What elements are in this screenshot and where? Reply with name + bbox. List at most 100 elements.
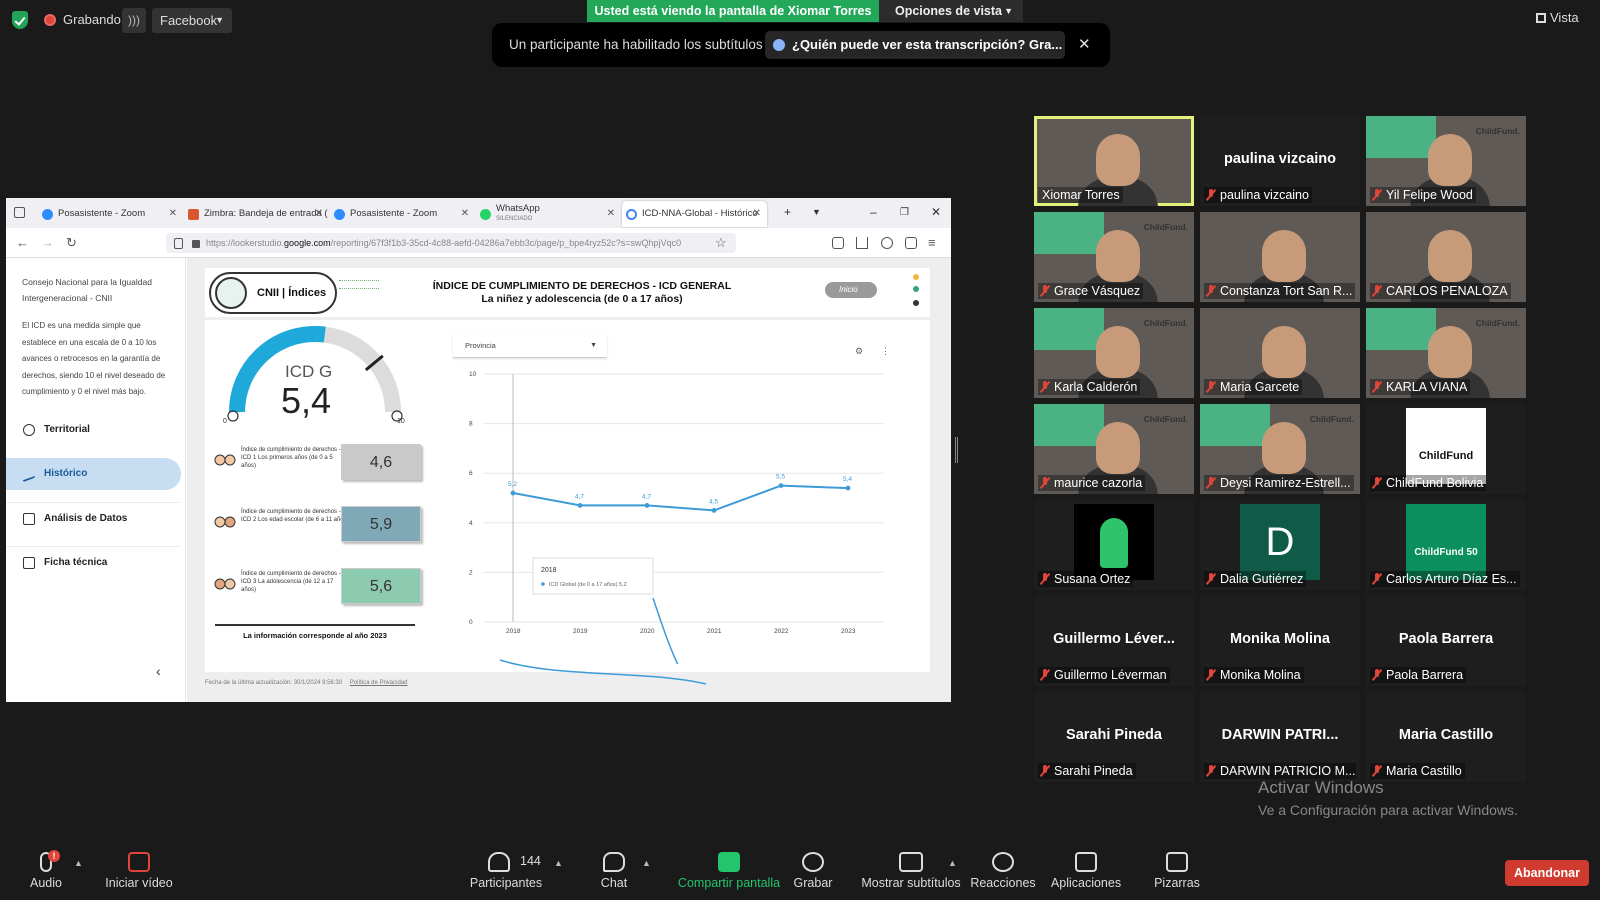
leave-button[interactable]: Abandonar	[1505, 860, 1589, 886]
captions-options-chevron-icon[interactable]: ▲	[948, 858, 957, 868]
series-line-icd-global	[512, 484, 849, 512]
participant-tile[interactable]: Susana Ortez	[1034, 500, 1194, 590]
restore-icon[interactable]: ❐	[900, 207, 909, 218]
participant-tile[interactable]: Monika Molina Monika Molina	[1200, 596, 1360, 686]
participant-tile[interactable]: Constanza Tort San R...	[1200, 212, 1360, 302]
window-close-icon[interactable]: ✕	[931, 205, 941, 219]
participant-tile[interactable]: Maria Castillo Maria Castillo	[1366, 692, 1526, 782]
live-stream-icon[interactable]: )))	[122, 8, 146, 33]
participant-tile[interactable]: Guillermo Léver... Guillermo Léverman	[1034, 596, 1194, 686]
transcript-visibility-button[interactable]: ¿Quién puede ver esta transcripción? Gra…	[765, 31, 1065, 59]
url-input[interactable]: https://lookerstudio.google.com/reportin…	[166, 233, 736, 253]
inicio-toggle[interactable]: Inicio	[825, 282, 877, 298]
data-label: 5,2	[508, 481, 517, 488]
browser-tab-looker[interactable]: ICD-NNA-Global - Histórico ✕	[622, 201, 767, 227]
extensions-icon[interactable]	[905, 237, 917, 249]
slide-banner	[1366, 308, 1436, 350]
close-icon[interactable]: ✕	[607, 201, 615, 227]
close-icon[interactable]: ✕	[1078, 35, 1091, 53]
participant-tile[interactable]: ChildFund. Karla Calderón	[1034, 308, 1194, 398]
chart-settings-icon[interactable]: ⚙	[855, 346, 863, 357]
privacy-link[interactable]: Política de Privacidad	[350, 680, 408, 686]
close-icon[interactable]: ✕	[753, 201, 761, 227]
participant-tile[interactable]: Xiomar Torres	[1034, 116, 1194, 206]
nav-item-ficha[interactable]: Ficha técnica	[6, 546, 181, 578]
participant-name: Xiomar Torres	[1042, 188, 1120, 202]
audio-options-chevron-icon[interactable]: ▲	[74, 858, 83, 868]
participant-tile[interactable]: ChildFund. Grace Vásquez	[1034, 212, 1194, 302]
data-label: 5,5	[776, 474, 785, 481]
tab-overview-icon[interactable]	[14, 207, 25, 218]
participant-tile[interactable]: paulina vizcaino paulina vizcaino	[1200, 116, 1360, 206]
nav-item-analisis[interactable]: Análisis de Datos	[6, 502, 181, 534]
download-icon[interactable]	[856, 237, 868, 249]
participant-tile[interactable]: ChildFund. Deysi Ramirez-Estrell...	[1200, 404, 1360, 494]
pocket-icon[interactable]	[832, 237, 844, 249]
close-icon[interactable]: ✕	[315, 201, 323, 227]
participant-tile[interactable]: Paola Barrera Paola Barrera	[1366, 596, 1526, 686]
participants-options-chevron-icon[interactable]: ▲	[554, 858, 563, 868]
whiteboards-button[interactable]: Pizarras	[1148, 852, 1206, 890]
participant-tile[interactable]: ChildFund. maurice cazorla	[1034, 404, 1194, 494]
collapse-chevron-icon[interactable]: ‹	[156, 663, 161, 679]
view-options-dropdown[interactable]: Opciones de vista ▼	[879, 0, 1023, 22]
province-filter-dropdown[interactable]: Provincia ▼	[453, 334, 607, 358]
data-point[interactable]	[510, 490, 516, 496]
participant-name: Dalia Gutiérrez	[1220, 572, 1304, 586]
shield-icon[interactable]	[174, 238, 183, 249]
back-arrow-icon[interactable]: ←	[16, 235, 29, 250]
tab-list-chevron-icon[interactable]: ▼	[812, 207, 821, 217]
nav-item-historico[interactable]: Histórico	[6, 458, 181, 490]
share-screen-button[interactable]: Compartir pantalla	[664, 852, 794, 890]
start-video-button[interactable]: Iniciar vídeo	[102, 852, 176, 890]
person-face	[1428, 230, 1472, 282]
participant-tile[interactable]: DARWIN PATRI... DARWIN PATRICIO M...	[1200, 692, 1360, 782]
splitter-handle[interactable]	[955, 437, 958, 463]
chat-button[interactable]: Chat	[594, 852, 634, 890]
chart-more-icon[interactable]: ⋮	[881, 346, 890, 357]
browser-tab-zoom-2[interactable]: Posasistente - Zoom ✕	[330, 201, 475, 227]
zoom-favicon-icon	[334, 209, 345, 220]
audio-button[interactable]: Audio	[22, 852, 70, 890]
data-point[interactable]	[845, 485, 851, 491]
facebook-stream-dropdown[interactable]: Facebook ▼	[152, 8, 232, 33]
new-tab-icon[interactable]: +	[784, 205, 791, 219]
participant-tile[interactable]: CARLOS PENALOZA	[1366, 212, 1526, 302]
participant-tile[interactable]: ChildFund. KARLA VIANA	[1366, 308, 1526, 398]
participant-tile[interactable]: ChildFund ChildFund Bolivia	[1366, 404, 1526, 494]
bookmark-star-icon[interactable]: ☆	[715, 235, 727, 251]
participant-tile[interactable]: ChildFund. Yil Felipe Wood	[1366, 116, 1526, 206]
participant-tile[interactable]: Sarahi Pineda Sarahi Pineda	[1034, 692, 1194, 782]
mic-muted-icon	[1372, 669, 1382, 681]
reactions-label: Reacciones	[970, 876, 1036, 890]
close-icon[interactable]: ✕	[461, 201, 469, 227]
forward-arrow-icon[interactable]: →	[41, 235, 54, 250]
chat-options-chevron-icon[interactable]: ▲	[642, 858, 651, 868]
data-point[interactable]	[778, 483, 784, 488]
browser-tab-zimbra[interactable]: Zimbra: Bandeja de entrada ( ✕	[184, 201, 329, 227]
browser-tab-whatsapp[interactable]: WhatsApp SILENCIADO ✕	[476, 201, 621, 227]
reload-icon[interactable]: ↻	[66, 235, 77, 251]
participant-tile[interactable]: D Dalia Gutiérrez	[1200, 500, 1360, 590]
security-shield-icon[interactable]	[12, 11, 28, 29]
data-point[interactable]	[577, 503, 583, 508]
account-icon[interactable]	[881, 237, 893, 249]
close-icon[interactable]: ✕	[169, 201, 177, 227]
data-point[interactable]	[644, 503, 650, 508]
apps-button[interactable]: Aplicaciones	[1046, 852, 1126, 890]
record-button[interactable]: Grabar	[788, 852, 838, 890]
reactions-button[interactable]: Reacciones	[970, 852, 1036, 890]
mic-muted-icon	[1040, 573, 1050, 585]
tooltip-legend-dot	[541, 582, 545, 586]
nav-item-territorial[interactable]: Territorial	[6, 414, 181, 446]
lock-icon[interactable]	[192, 240, 200, 248]
cnii-logo: CNII | Índices	[209, 272, 337, 314]
view-button[interactable]: Vista	[1536, 10, 1579, 25]
menu-icon[interactable]: ≡	[928, 235, 936, 250]
participant-tile[interactable]: ChildFund 50 Carlos Arturo Díaz Es...	[1366, 500, 1526, 590]
minimize-icon[interactable]: –	[870, 205, 877, 219]
person-icon	[773, 39, 785, 51]
data-point[interactable]	[711, 508, 717, 513]
browser-tab-zoom-1[interactable]: Posasistente - Zoom ✕	[38, 201, 183, 227]
participant-tile[interactable]: Maria Garcete	[1200, 308, 1360, 398]
